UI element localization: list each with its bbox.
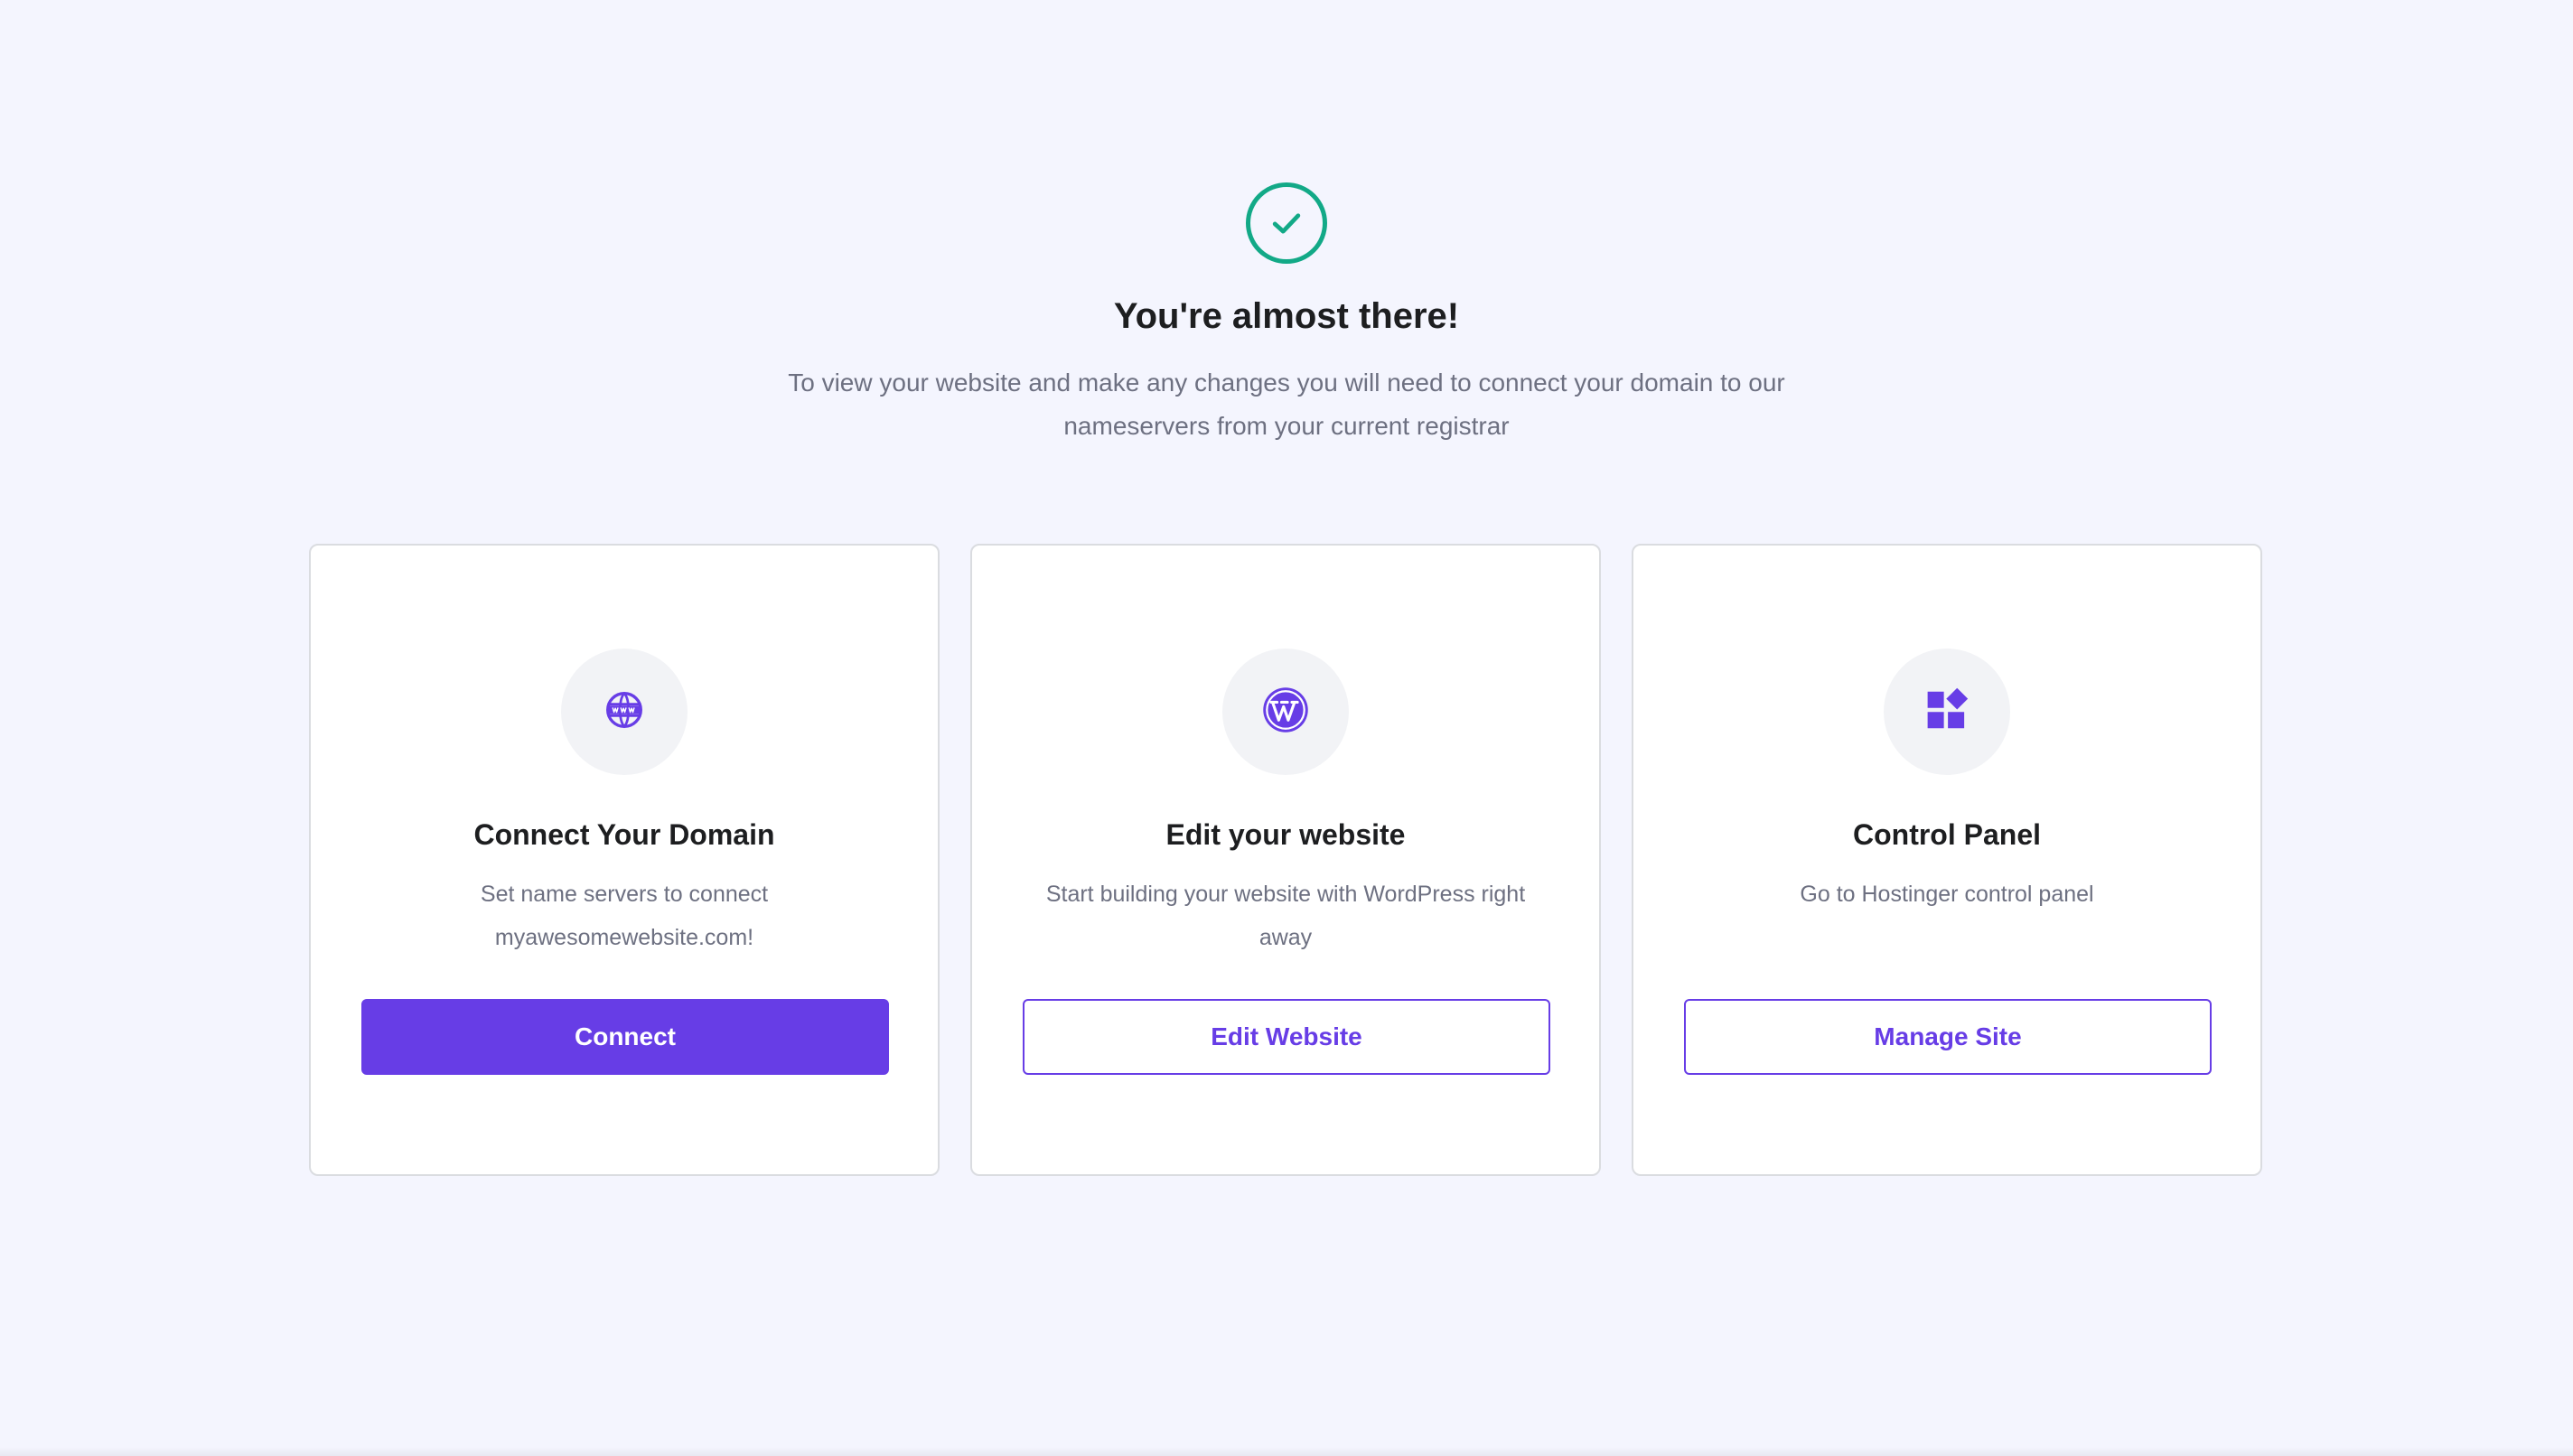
manage-site-button[interactable]: Manage Site	[1684, 999, 2212, 1075]
connect-domain-title: Connect Your Domain	[473, 818, 775, 851]
page-subtitle-line-1: To view your website and make any change…	[788, 369, 1785, 397]
hero-section: You're almost there! To view your websit…	[0, 182, 2573, 448]
connect-domain-description-line-2: myawesomewebsite.com!	[494, 925, 754, 950]
edit-website-card: Edit your website Start building your we…	[970, 544, 1601, 1176]
connect-domain-icon-wrap	[561, 649, 688, 775]
edit-website-title: Edit your website	[1165, 818, 1406, 851]
connect-domain-description-line-1: Set name servers to connect	[480, 882, 769, 907]
edit-website-description: Start building your website with WordPre…	[1026, 873, 1545, 959]
page-title: You're almost there!	[1113, 296, 1460, 336]
edit-website-description-line-1: Start building your website with WordPre…	[1045, 882, 1526, 907]
onboarding-page: You're almost there! To view your websit…	[0, 0, 2573, 1456]
control-panel-title: Control Panel	[1852, 818, 2041, 851]
edit-website-button[interactable]: Edit Website	[1023, 999, 1550, 1075]
control-panel-description: Go to Hostinger control panel	[1688, 873, 2206, 916]
action-cards: Connect Your Domain Set name servers to …	[309, 544, 2264, 1176]
connect-domain-card: Connect Your Domain Set name servers to …	[309, 544, 940, 1176]
page-subtitle-line-2: nameservers from your current registrar	[1063, 412, 1510, 440]
check-circle-icon	[1246, 182, 1327, 264]
control-panel-icon-wrap	[1884, 649, 2010, 775]
edit-website-description-line-2: away	[1258, 925, 1313, 950]
wordpress-icon	[1261, 686, 1310, 739]
control-panel-icon	[1923, 686, 1971, 739]
control-panel-description-line-1: Go to Hostinger control panel	[1800, 882, 2094, 907]
page-subtitle: To view your website and make any change…	[744, 361, 1829, 448]
edit-website-icon-wrap	[1222, 649, 1349, 775]
control-panel-card: Control Panel Go to Hostinger control pa…	[1632, 544, 2262, 1176]
connect-domain-description: Set name servers to connect myawesomeweb…	[365, 873, 884, 959]
www-globe-icon	[604, 690, 644, 734]
connect-button[interactable]: Connect	[361, 999, 889, 1075]
bottom-edge-shadow	[0, 1447, 2573, 1456]
